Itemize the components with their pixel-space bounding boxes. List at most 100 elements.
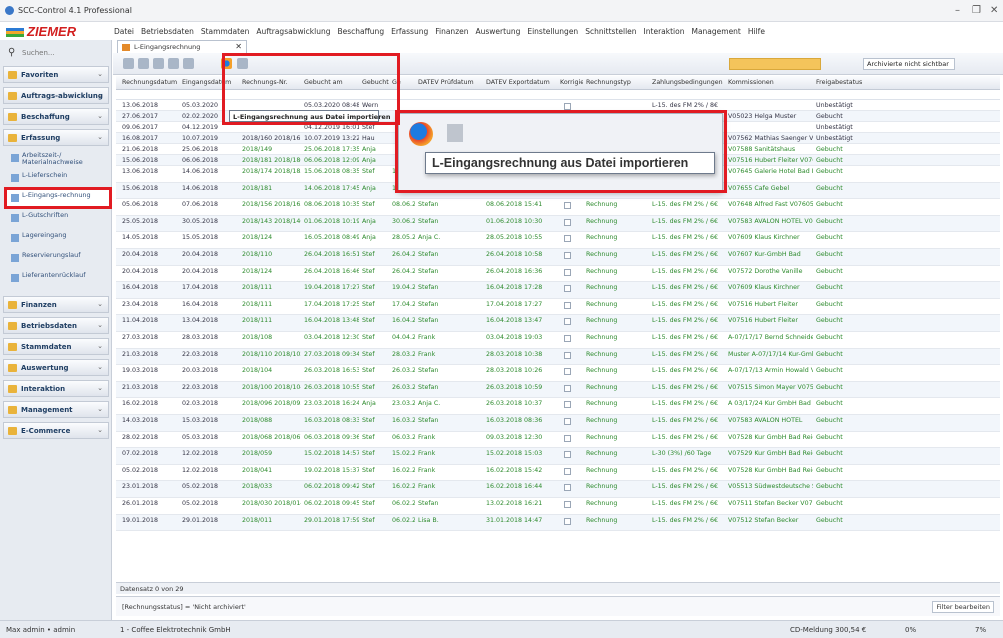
status-filter-button[interactable] — [729, 58, 821, 70]
table-row[interactable]: 28.02.2018 05.03.2018 2018/068 2018/067 06.… — [116, 432, 1000, 449]
column-header-9[interactable]: Rechnungstyp — [586, 79, 649, 86]
sidebar-group-groups_bottom-5[interactable]: Management ⌄ — [3, 401, 109, 418]
table-row[interactable]: 05.02.2018 12.02.2018 2018/041 19.02.2018 1… — [116, 465, 1000, 482]
sidebar-subitem-6[interactable]: Lieferantenrücklauf — [7, 270, 109, 286]
menu-item-0[interactable]: Datei — [114, 27, 134, 36]
table-row[interactable]: 05.06.2018 07.06.2018 2018/156 2018/165 08.… — [116, 199, 1000, 216]
status-user[interactable]: Max admin • admin — [6, 626, 75, 634]
sidebar-subitem-5[interactable]: Reservierungslauf — [7, 250, 109, 266]
tab-close-icon[interactable]: ✕ — [235, 42, 242, 51]
corrected-checkbox[interactable] — [564, 418, 571, 425]
sidebar-subitem-4[interactable]: Lagereingang — [7, 230, 109, 246]
tab-l-eingangsrechnung[interactable]: L-Eingangsrechnung ✕ — [117, 40, 247, 53]
corrected-checkbox[interactable] — [564, 285, 571, 293]
menu-item-9[interactable]: Schnittstellen — [585, 27, 636, 36]
corrected-checkbox[interactable] — [564, 484, 571, 492]
sidebar-group-groups_top-0[interactable]: Favoriten ⌄ — [3, 66, 109, 83]
corrected-checkbox[interactable] — [564, 401, 571, 409]
table-cell: Frank — [418, 450, 436, 458]
column-header-0[interactable]: Rechnungsdatum — [122, 79, 179, 86]
corrected-checkbox[interactable] — [564, 268, 571, 276]
menu-item-3[interactable]: Auftragsabwicklung — [256, 27, 330, 36]
menu-item-8[interactable]: Einstellungen — [527, 27, 578, 36]
corrected-checkbox[interactable] — [564, 451, 571, 459]
table-cell: Gebucht — [816, 450, 843, 458]
corrected-checkbox[interactable] — [564, 335, 571, 342]
refresh-icon[interactable] — [183, 58, 194, 69]
sidebar-group-groups_top-1[interactable]: Auftrags-abwicklung ⌄ — [3, 87, 109, 104]
menu-item-5[interactable]: Erfassung — [391, 27, 428, 36]
search-input[interactable] — [22, 47, 106, 59]
sidebar-group-groups_bottom-1[interactable]: Betriebsdaten ⌄ — [3, 317, 109, 334]
corrected-checkbox[interactable] — [564, 252, 571, 259]
corrected-checkbox[interactable] — [564, 368, 571, 376]
table-row[interactable]: 21.03.2018 22.03.2018 2018/100 2018/104 26.… — [116, 381, 1000, 399]
table-row[interactable]: 16.04.2018 17.04.2018 2018/111 19.04.2018 1… — [116, 282, 1000, 299]
table-row[interactable]: 16.02.2018 02.03.2018 2018/096 2018/095 23.… — [116, 398, 1000, 415]
corrected-checkbox[interactable] — [564, 301, 571, 309]
corrected-checkbox[interactable] — [564, 218, 571, 226]
restore-icon[interactable]: ❐ — [972, 5, 981, 16]
menu-item-1[interactable]: Betriebsdaten — [141, 27, 194, 36]
table-row[interactable]: 07.02.2018 12.02.2018 2018/059 15.02.2018 1… — [116, 448, 1000, 465]
new-icon[interactable] — [123, 58, 134, 69]
minimize-icon[interactable]: – — [955, 5, 960, 16]
active-filter[interactable]: [Rechnungsstatus] = 'Nicht archiviert' — [122, 603, 246, 611]
column-header-8[interactable]: Korrigiert — [560, 79, 583, 86]
table-row[interactable]: 23.01.2018 05.02.2018 2018/033 06.02.2018 0… — [116, 481, 1000, 498]
sidebar-subitem-1[interactable]: L-Lieferschein — [7, 170, 109, 186]
sidebar-group-groups_bottom-4[interactable]: Interaktion ⌄ — [3, 380, 109, 397]
column-header-10[interactable]: Zahlungsbedingungen — [652, 79, 725, 86]
table-row[interactable]: 20.04.2018 20.04.2018 2018/110 26.04.2018 1… — [116, 249, 1000, 266]
sidebar-group-groups_bottom-2[interactable]: Stammdaten ⌄ — [3, 338, 109, 355]
corrected-checkbox[interactable] — [564, 235, 571, 243]
column-header-7[interactable]: DATEV Exportdatum — [486, 79, 557, 86]
menu-item-12[interactable]: Hilfe — [748, 27, 765, 36]
table-row[interactable]: 23.04.2018 16.04.2018 2018/111 17.04.2018 1… — [116, 299, 1000, 316]
table-row[interactable]: 27.03.2018 28.03.2018 2018/108 03.04.2018 1… — [116, 332, 1000, 349]
menu-item-4[interactable]: Beschaffung — [338, 27, 385, 36]
table-row[interactable]: 21.03.2018 22.03.2018 2018/110 2018/102 27.… — [116, 348, 1000, 366]
sidebar-group-groups_top-3[interactable]: Erfassung ⌄ — [3, 129, 109, 146]
sidebar-group-groups_top-2[interactable]: Beschaffung ⌄ — [3, 108, 109, 125]
table-row[interactable]: 11.04.2018 13.04.2018 2018/111 16.04.2018 1… — [116, 315, 1000, 332]
corrected-checkbox[interactable] — [564, 318, 571, 326]
column-header-6[interactable]: DATEV Prüfdatum — [418, 79, 483, 86]
copy-icon[interactable] — [153, 58, 164, 69]
edit-filter-button[interactable]: Filter bearbeiten — [932, 601, 994, 613]
sidebar-group-groups_bottom-3[interactable]: Auswertung ⌄ — [3, 359, 109, 376]
menu-item-2[interactable]: Stammdaten — [201, 27, 250, 36]
corrected-checkbox[interactable] — [564, 384, 571, 392]
close-icon[interactable]: ✕ — [990, 5, 998, 16]
table-row[interactable]: 19.03.2018 20.03.2018 2018/104 26.03.2018 1… — [116, 365, 1000, 382]
edit-icon[interactable] — [138, 58, 149, 69]
corrected-checkbox[interactable] — [564, 517, 571, 525]
table-row[interactable]: 25.05.2018 30.05.2018 2018/143 2018/146 01.… — [116, 215, 1000, 233]
sidebar-group-groups_bottom-0[interactable]: Finanzen ⌄ — [3, 296, 109, 313]
sidebar-subitem-0[interactable]: Arbeitszeit-/ Materialnachweise — [7, 150, 109, 166]
table-row[interactable]: 14.05.2018 15.05.2018 2018/124 16.05.2018 0… — [116, 232, 1000, 249]
sidebar-group-groups_bottom-6[interactable]: E-Commerce ⌄ — [3, 422, 109, 439]
corrected-checkbox[interactable] — [564, 467, 571, 475]
menu-item-6[interactable]: Finanzen — [435, 27, 468, 36]
archive-filter-select[interactable]: Archivierte nicht sichtbar — [863, 58, 955, 70]
record-count[interactable]: Datensatz 0 von 29 — [120, 585, 184, 593]
corrected-checkbox[interactable] — [564, 351, 571, 359]
menu-item-11[interactable]: Management — [691, 27, 740, 36]
column-header-12[interactable]: Freigabestatus — [816, 79, 997, 86]
corrected-checkbox[interactable] — [564, 501, 571, 508]
sidebar-subitem-3[interactable]: L-Gutschriften — [7, 210, 109, 226]
corrected-checkbox[interactable] — [564, 202, 571, 210]
corrected-checkbox[interactable] — [564, 103, 571, 110]
table-row[interactable]: 20.04.2018 20.04.2018 2018/124 26.04.2018 1… — [116, 266, 1000, 283]
table-cell: 22.03.2018 — [182, 383, 219, 391]
column-header-11[interactable]: Kommissionen — [728, 79, 813, 86]
table-row[interactable]: 19.01.2018 29.01.2018 2018/011 29.01.2018 1… — [116, 514, 1000, 532]
table-row[interactable]: 14.03.2018 15.03.2018 2018/088 16.03.2018 0… — [116, 415, 1000, 432]
sidebar-subitem-2[interactable]: L-Eingangs-rechnung — [4, 187, 112, 209]
menu-item-7[interactable]: Auswertung — [476, 27, 521, 36]
corrected-checkbox[interactable] — [564, 434, 571, 442]
delete-icon[interactable] — [168, 58, 179, 69]
menu-item-10[interactable]: Interaktion — [644, 27, 685, 36]
table-row[interactable]: 26.01.2018 05.02.2018 2018/030 2018/014 06.… — [116, 498, 1000, 515]
